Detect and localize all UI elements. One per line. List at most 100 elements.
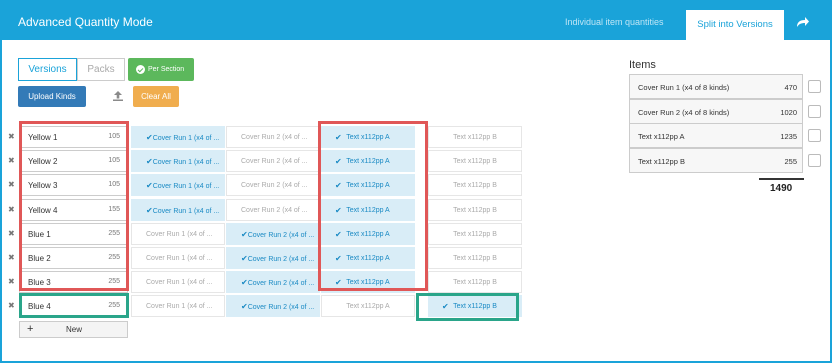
item-row: Cover Run 2 (x4 of 8 kinds) 1020 — [629, 98, 803, 124]
version-cell-label: Cover Run 2 (x4 of ... — [241, 134, 308, 141]
remove-icon[interactable]: ✖ — [8, 205, 15, 214]
item-row: Text x112pp B 255 — [629, 147, 803, 173]
version-cell[interactable]: Text x112pp B — [428, 126, 522, 148]
version-cell[interactable]: Text x112pp B — [428, 198, 522, 221]
remove-icon[interactable]: ✖ — [8, 229, 15, 238]
per-section-label: Per Section — [148, 66, 185, 73]
version-cell[interactable]: Text x112pp B — [428, 222, 522, 245]
checkmark-icon: ✔ — [241, 302, 248, 312]
new-kind-button[interactable]: + New — [19, 321, 128, 338]
items-panel-title: Items — [629, 59, 656, 71]
tab-split-into-versions[interactable]: Split into Versions — [686, 10, 784, 40]
version-cell-label: Cover Run 2 (x4 of ... — [247, 304, 315, 312]
version-cell-label: Cover Run 1 (x4 of ... — [146, 255, 213, 262]
item-value: 470 — [784, 83, 797, 92]
item-name: Text x112pp A — [638, 132, 685, 141]
clear-all-button[interactable]: Clear All — [133, 86, 179, 107]
item-name: Cover Run 1 (x4 of 8 kinds) — [638, 83, 730, 92]
version-cell[interactable]: ✔Cover Run 2 (x4 of ... — [226, 247, 320, 269]
version-cell[interactable]: Text x112pp B — [428, 150, 522, 173]
checkmark-icon: ✔ — [146, 133, 153, 142]
version-cell[interactable]: ✔Cover Run 2 (x4 of ... — [226, 222, 320, 245]
item-checkbox[interactable] — [808, 129, 821, 142]
version-cell[interactable]: ✔Cover Run 2 (x4 of ... — [226, 271, 320, 294]
version-cell-label: Cover Run 1 (x4 of ... — [152, 183, 220, 191]
highlight-box-yellow-blue-kinds — [19, 121, 129, 291]
highlight-box-text-a-column — [318, 121, 428, 291]
version-cell-label: Cover Run 2 (x4 of ... — [241, 206, 308, 214]
version-cell[interactable]: Cover Run 1 (x4 of ... — [131, 295, 225, 318]
total-divider — [759, 178, 804, 180]
item-row: Text x112pp A 1235 — [629, 123, 803, 148]
version-cell-label: Text x112pp B — [453, 255, 497, 262]
version-cell[interactable]: Text x112pp B — [428, 271, 522, 294]
version-cell-label: Cover Run 2 (x4 of ... — [247, 231, 315, 239]
modal-header: Advanced Quantity Mode Individual item q… — [2, 2, 830, 40]
version-cell-label: Text x112pp B — [453, 206, 497, 214]
upload-icon[interactable] — [112, 90, 124, 102]
version-cell[interactable]: ✔Cover Run 1 (x4 of ... — [131, 126, 225, 148]
packs-toggle[interactable]: Packs — [77, 58, 125, 81]
modal-title: Advanced Quantity Mode — [18, 15, 153, 29]
highlight-box-blue-4 — [19, 293, 129, 318]
item-name: Text x112pp B — [638, 156, 685, 166]
version-cell[interactable]: Text x112pp B — [428, 174, 522, 197]
version-cell-label: Cover Run 1 (x4 of ... — [146, 279, 213, 287]
version-cell-label: Text x112pp B — [453, 134, 497, 141]
item-value: 1020 — [780, 107, 797, 117]
remove-icon[interactable]: ✖ — [8, 301, 15, 310]
tab-individual-item-quantities[interactable]: Individual item quantities — [565, 17, 664, 27]
new-button-label: New — [66, 325, 83, 334]
remove-icon[interactable]: ✖ — [8, 156, 15, 165]
item-row: Cover Run 1 (x4 of 8 kinds) 470 — [629, 74, 803, 99]
item-checkbox[interactable] — [808, 104, 821, 118]
checkmark-icon: ✔ — [241, 229, 248, 239]
version-cell-label: Text x112pp A — [346, 303, 390, 311]
version-cell[interactable]: Cover Run 2 (x4 of ... — [226, 150, 320, 173]
version-cell-label: Cover Run 2 (x4 of ... — [241, 158, 308, 166]
item-checkbox[interactable] — [808, 153, 821, 167]
upload-kinds-button[interactable]: Upload Kinds — [18, 86, 86, 107]
remove-icon[interactable]: ✖ — [8, 180, 15, 189]
version-cell-label: Cover Run 1 (x4 of ... — [152, 135, 220, 142]
checkmark-icon: ✔ — [241, 278, 248, 288]
remove-icon[interactable]: ✖ — [8, 132, 15, 141]
checkmark-icon: ✔ — [146, 205, 153, 215]
version-cell-label: Cover Run 2 (x4 of ... — [247, 280, 315, 288]
versions-toggle[interactable]: Versions — [18, 58, 77, 81]
items-total: 1490 — [770, 183, 793, 194]
checkmark-icon: ✔ — [241, 254, 248, 263]
version-cell[interactable]: ✔Cover Run 1 (x4 of ... — [131, 150, 225, 173]
remove-icon[interactable]: ✖ — [8, 277, 15, 286]
version-cell[interactable]: Cover Run 1 (x4 of ... — [131, 247, 225, 269]
version-cell[interactable]: Cover Run 1 (x4 of ... — [131, 271, 225, 294]
plus-icon: + — [27, 323, 34, 335]
version-cell[interactable]: Cover Run 2 (x4 of ... — [226, 126, 320, 148]
version-cell[interactable]: Cover Run 1 (x4 of ... — [131, 222, 225, 245]
per-section-button[interactable]: Per Section — [128, 58, 194, 81]
version-cell-label: Text x112pp B — [453, 230, 497, 238]
version-cell[interactable]: Cover Run 2 (x4 of ... — [226, 198, 320, 221]
version-cell-label: Cover Run 1 (x4 of ... — [152, 207, 220, 215]
version-cell[interactable]: ✔Cover Run 1 (x4 of ... — [131, 174, 225, 197]
version-cell[interactable]: Text x112pp B — [428, 247, 522, 269]
version-cell-label: Cover Run 2 (x4 of ... — [247, 256, 315, 263]
check-circle-icon — [136, 65, 145, 74]
version-cell-label: Text x112pp B — [453, 158, 497, 166]
remove-icon[interactable]: ✖ — [8, 253, 15, 262]
share-arrow-icon[interactable] — [796, 16, 810, 28]
version-cell[interactable]: Text x112pp A — [321, 295, 415, 318]
version-cell-label: Cover Run 2 (x4 of ... — [241, 182, 308, 190]
version-cell-label: Cover Run 1 (x4 of ... — [152, 159, 220, 167]
version-cell[interactable]: Cover Run 2 (x4 of ... — [226, 174, 320, 197]
version-cell-label: Cover Run 1 (x4 of ... — [146, 303, 213, 311]
version-cell-label: Text x112pp B — [453, 279, 497, 287]
version-cell[interactable]: ✔Cover Run 1 (x4 of ... — [131, 198, 225, 221]
checkmark-icon: ✔ — [146, 157, 153, 167]
item-checkbox[interactable] — [808, 80, 821, 93]
item-value: 1235 — [780, 132, 797, 141]
item-name: Cover Run 2 (x4 of 8 kinds) — [638, 107, 730, 117]
version-cell[interactable]: ✔Cover Run 2 (x4 of ... — [226, 295, 320, 318]
item-value: 255 — [784, 156, 797, 166]
highlight-box-text-b — [416, 293, 519, 321]
